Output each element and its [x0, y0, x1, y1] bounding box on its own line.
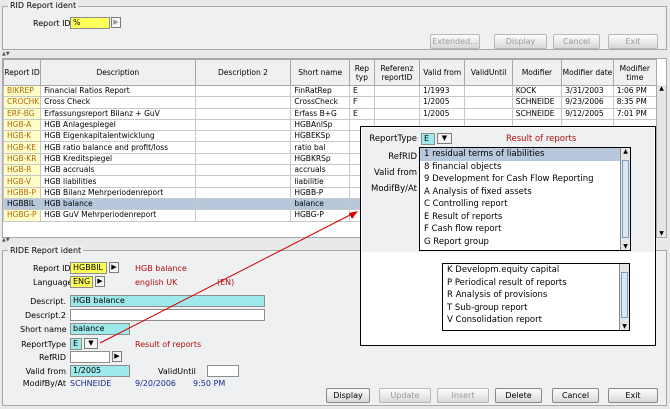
callout-arrow: [99, 211, 358, 344]
